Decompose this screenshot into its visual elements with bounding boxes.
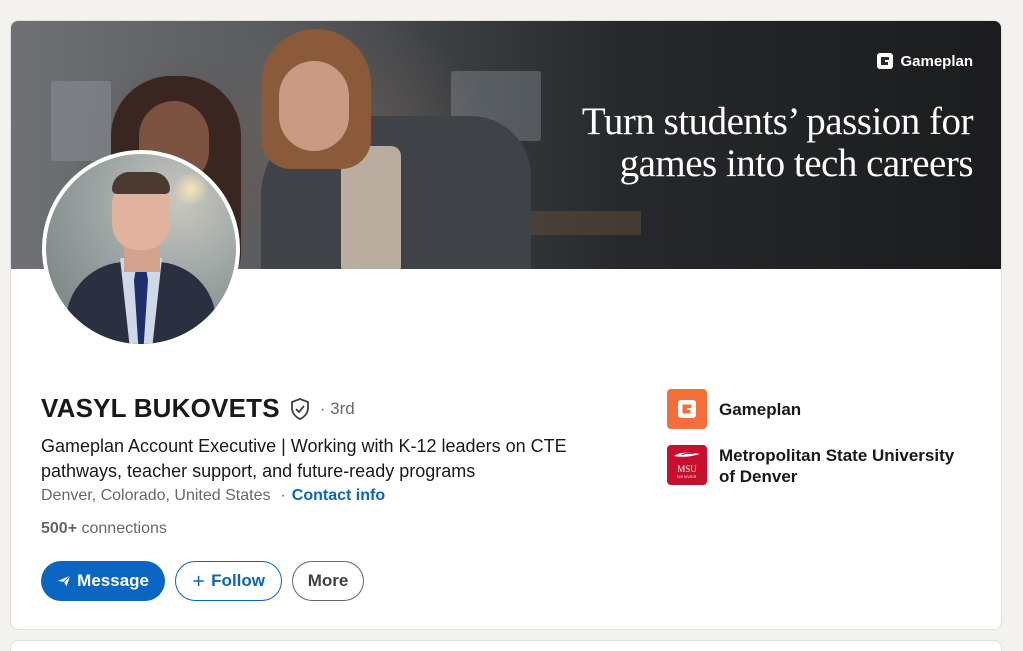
next-section-card <box>10 640 1002 651</box>
profile-card: Gameplan Turn students’ passion for game… <box>10 20 1002 630</box>
message-button[interactable]: Message <box>41 561 165 601</box>
msu-denver-logo-icon: MSU DENVER <box>667 445 707 485</box>
msu-logo-text: MSU <box>677 463 697 474</box>
profile-actions: Message Follow More <box>41 561 364 601</box>
more-button-label: More <box>307 571 349 590</box>
profile-name-row: VASYL BUKOVETS · 3rd <box>41 393 355 424</box>
verified-shield-icon[interactable] <box>288 397 312 421</box>
org-item-gameplan[interactable]: Gameplan <box>667 389 969 429</box>
profile-headline: Gameplan Account Executive | Working wit… <box>41 436 567 481</box>
org-name: Gameplan <box>719 400 802 419</box>
send-icon <box>57 575 71 587</box>
follow-button-label: Follow <box>211 571 265 590</box>
gameplan-logo-icon <box>877 53 894 69</box>
connection-degree: · 3rd <box>319 398 355 418</box>
banner-tagline-line: Turn students’ passion for <box>581 100 974 143</box>
avatar-hair <box>112 172 170 194</box>
banner-photo-person <box>279 61 349 151</box>
roadrunner-icon <box>674 452 700 457</box>
profile-avatar[interactable] <box>42 150 240 348</box>
profile-location: Denver, Colorado, United States <box>41 487 271 504</box>
follow-button[interactable]: Follow <box>175 561 282 601</box>
banner-photo-monitor <box>51 81 111 161</box>
msu-logo-subtext: DENVER <box>677 473 697 479</box>
banner-tagline-line: games into tech careers <box>619 142 974 185</box>
connections-number: 500+ <box>41 520 78 537</box>
connections-count[interactable]: 500+ connections <box>41 520 167 538</box>
contact-info-link[interactable]: Contact info <box>292 487 385 505</box>
profile-location-row: Denver, Colorado, United States · Contac… <box>41 487 385 505</box>
plus-icon <box>193 575 204 587</box>
banner-brand: Gameplan <box>876 52 973 70</box>
org-item-msu-denver[interactable]: MSU DENVER Metropolitan State University… <box>667 445 969 487</box>
more-button[interactable]: More <box>292 561 364 601</box>
banner-brand-name: Gameplan <box>900 52 973 70</box>
gameplan-logo-icon <box>667 389 707 429</box>
separator-dot: · <box>280 487 286 504</box>
banner-tagline: Turn students’ passion for games into te… <box>553 100 974 185</box>
gameplan-logo-mark-icon <box>678 400 696 418</box>
profile-organizations: Gameplan MSU DENVER Metropolitan State U… <box>667 389 969 503</box>
connections-label: connections <box>81 520 167 537</box>
org-name: Metropolitan State University of Denver <box>719 446 955 486</box>
profile-name: VASYL BUKOVETS <box>41 393 280 423</box>
message-button-label: Message <box>77 571 149 590</box>
avatar-background-lights <box>171 174 211 204</box>
